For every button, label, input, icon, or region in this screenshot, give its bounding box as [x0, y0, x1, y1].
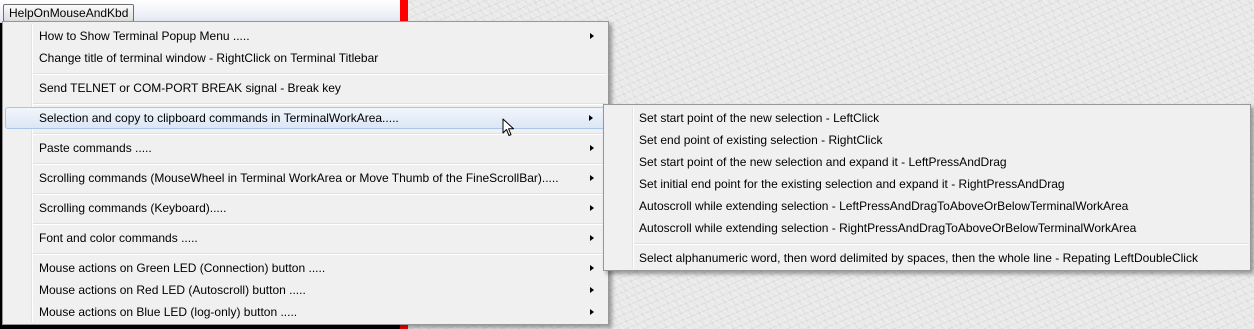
mouse-pointer-icon: [502, 118, 514, 136]
submenu-item-autoscroll-right[interactable]: Autoscroll while extending selection - R…: [606, 217, 1248, 239]
menu-separator: [33, 103, 606, 105]
chevron-right-icon: [590, 287, 594, 293]
menu-item-scrolling-mouse[interactable]: Scrolling commands (MouseWheel in Termin…: [5, 167, 606, 189]
menu-item-label: Mouse actions on Blue LED (log-only) but…: [39, 305, 298, 319]
chevron-right-icon: [590, 265, 594, 271]
help-popup-menu: How to Show Terminal Popup Menu ..... Ch…: [2, 21, 609, 325]
menu-item-blue-led[interactable]: Mouse actions on Blue LED (log-only) but…: [5, 301, 606, 323]
chevron-right-icon: [590, 175, 594, 181]
menu-separator: [33, 223, 606, 225]
menu-separator: [634, 243, 1248, 245]
menu-item-font-color[interactable]: Font and color commands .....: [5, 227, 606, 249]
menu-item-label: Mouse actions on Green LED (Connection) …: [39, 261, 326, 275]
chevron-right-icon: [590, 205, 594, 211]
menu-separator: [33, 253, 606, 255]
menu-item-change-title[interactable]: Change title of terminal window - RightC…: [5, 47, 606, 69]
menu-item-label: Font and color commands .....: [39, 231, 198, 245]
chevron-right-icon: [590, 235, 594, 241]
menu-item-green-led[interactable]: Mouse actions on Green LED (Connection) …: [5, 257, 606, 279]
chevron-right-icon: [590, 309, 594, 315]
menu-item-label: Send TELNET or COM-PORT BREAK signal - B…: [39, 81, 341, 95]
menu-item-red-led[interactable]: Mouse actions on Red LED (Autoscroll) bu…: [5, 279, 606, 301]
chevron-right-icon: [589, 115, 593, 121]
menu-item-paste-commands[interactable]: Paste commands .....: [5, 137, 606, 159]
menu-item-show-popup-menu[interactable]: How to Show Terminal Popup Menu .....: [5, 25, 606, 47]
menu-item-label: Set initial end point for the existing s…: [639, 177, 1065, 191]
help-on-mouse-and-kbd-menu-button[interactable]: HelpOnMouseAndKbd: [3, 4, 135, 22]
menu-item-label: Set start point of the new selection and…: [639, 155, 1007, 169]
menu-item-label: Autoscroll while extending selection - R…: [639, 221, 1137, 235]
chevron-right-icon: [590, 33, 594, 39]
menu-item-label: Select alphanumeric word, then word deli…: [639, 251, 1198, 265]
menu-separator: [33, 193, 606, 195]
menu-item-label: Selection and copy to clipboard commands…: [39, 111, 399, 125]
submenu-item-set-start-point[interactable]: Set start point of the new selection - L…: [606, 107, 1248, 129]
menu-item-selection-commands[interactable]: Selection and copy to clipboard commands…: [5, 107, 606, 129]
submenu-item-autoscroll-left[interactable]: Autoscroll while extending selection - L…: [606, 195, 1248, 217]
submenu-item-start-and-expand[interactable]: Set start point of the new selection and…: [606, 151, 1248, 173]
menu-item-scrolling-keyboard[interactable]: Scrolling commands (Keyboard).....: [5, 197, 606, 219]
selection-submenu: Set start point of the new selection - L…: [603, 104, 1251, 271]
menu-item-label: Autoscroll while extending selection - L…: [639, 199, 1129, 213]
menu-item-send-break[interactable]: Send TELNET or COM-PORT BREAK signal - B…: [5, 77, 606, 99]
menu-item-label: Scrolling commands (MouseWheel in Termin…: [39, 171, 559, 185]
submenu-item-select-word[interactable]: Select alphanumeric word, then word deli…: [606, 247, 1248, 269]
menu-item-label: Change title of terminal window - RightC…: [39, 51, 379, 65]
submenu-item-end-and-expand[interactable]: Set initial end point for the existing s…: [606, 173, 1248, 195]
menu-item-label: How to Show Terminal Popup Menu .....: [39, 29, 250, 43]
menu-item-label: Paste commands .....: [39, 141, 152, 155]
chevron-right-icon: [590, 145, 594, 151]
menu-item-label: Scrolling commands (Keyboard).....: [39, 201, 227, 215]
menu-item-label: Set end point of existing selection - Ri…: [639, 133, 883, 147]
menu-separator: [33, 133, 606, 135]
menu-separator: [33, 73, 606, 75]
menu-separator: [33, 163, 606, 165]
menu-item-label: Set start point of the new selection - L…: [639, 111, 880, 125]
menu-item-label: Mouse actions on Red LED (Autoscroll) bu…: [39, 283, 306, 297]
submenu-item-set-end-point[interactable]: Set end point of existing selection - Ri…: [606, 129, 1248, 151]
